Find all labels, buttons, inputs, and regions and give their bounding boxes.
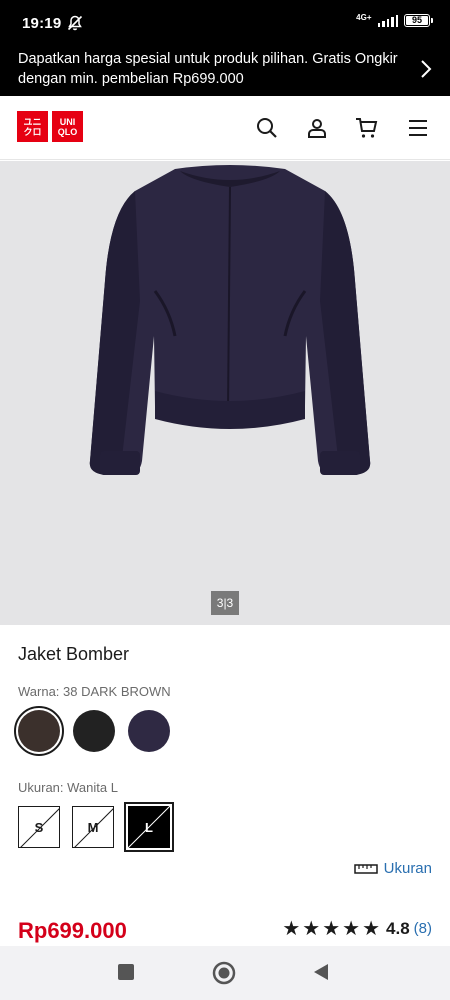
promo-text: Dapatkan harga spesial untuk produk pili…: [18, 51, 398, 87]
account-icon[interactable]: [305, 116, 329, 140]
ruler-icon: [353, 863, 378, 874]
size-option-m[interactable]: M: [72, 806, 114, 848]
size-option-l[interactable]: L: [124, 802, 174, 852]
menu-icon[interactable]: [406, 116, 430, 140]
product-image-gallery[interactable]: 3|3: [0, 161, 450, 625]
product-title: Jaket Bomber: [18, 644, 130, 664]
rating-stars: ★★★★★: [282, 918, 383, 940]
color-label: Warna: 38 DARK BROWN: [18, 684, 171, 699]
rating-count[interactable]: (8): [414, 920, 432, 937]
network-label: 4G+: [356, 12, 372, 22]
back-icon[interactable]: [312, 963, 330, 981]
signal-icon: [377, 14, 398, 27]
battery-icon: 95: [404, 14, 433, 27]
cart-icon[interactable]: [355, 116, 379, 140]
product-image: [89, 165, 371, 475]
size-label: Ukuran: Wanita L: [18, 780, 118, 795]
size-guide-link[interactable]: Ukuran: [353, 860, 432, 877]
logo-block-latin: UNI QLO: [52, 111, 83, 142]
color-swatch-black[interactable]: [73, 710, 115, 752]
status-indicators: 4G+ 95: [356, 12, 433, 27]
uniqlo-logo[interactable]: ユニ クロ UNI QLO: [17, 111, 83, 142]
product-rating[interactable]: ★★★★★ 4.8 (8): [282, 916, 432, 941]
size-option-label: L: [145, 819, 153, 835]
rating-value: 4.8: [386, 918, 410, 938]
search-icon[interactable]: [255, 116, 279, 140]
battery-level: 95: [411, 15, 422, 25]
home-icon[interactable]: [212, 961, 236, 985]
status-time: 19:19: [22, 15, 62, 32]
color-swatch-dark-brown[interactable]: [18, 710, 60, 752]
site-header: ユニ クロ UNI QLO: [0, 96, 450, 160]
color-swatch-navy[interactable]: [128, 710, 170, 752]
chevron-right-icon: [421, 60, 432, 78]
status-bar: 19:19 4G+ 95: [0, 0, 450, 42]
promo-banner[interactable]: Dapatkan harga spesial untuk produk pili…: [0, 42, 450, 96]
size-guide-label: Ukuran: [383, 860, 432, 877]
mute-icon: [67, 15, 83, 31]
size-option-s[interactable]: S: [18, 806, 60, 848]
size-option-label: M: [87, 819, 99, 835]
image-pager: 3|3: [211, 591, 239, 615]
system-nav-bar: [0, 946, 450, 1000]
logo-block-katakana: ユニ クロ: [17, 111, 48, 142]
recent-apps-icon[interactable]: [117, 963, 135, 981]
size-option-label: S: [34, 819, 44, 835]
product-price: Rp699.000: [18, 918, 127, 943]
